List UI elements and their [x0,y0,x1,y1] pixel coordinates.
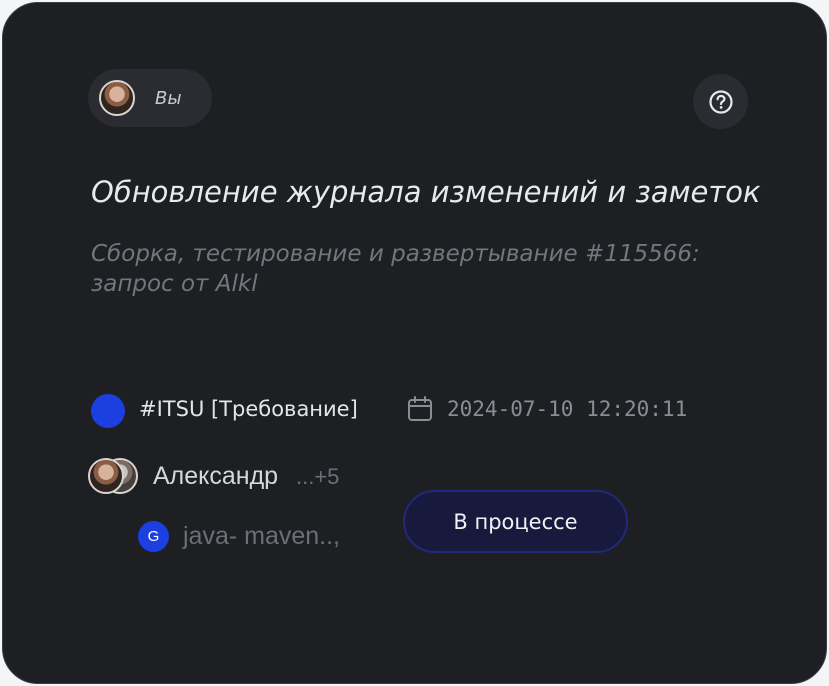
category-label[interactable]: #ITSU [Требование] [139,397,358,421]
status-button[interactable]: В процессе [403,490,628,553]
question-circle-icon [708,89,733,114]
task-date: 2024-07-10 12:20:11 [447,397,688,421]
user-chip[interactable]: Вы [88,69,212,127]
calendar-icon [408,396,432,421]
task-subtitle: Сборка, тестирование и развертывание #11… [91,241,700,297]
task-card[interactable]: Вы Обновление журнала изменений и замето… [2,2,827,684]
category-dot [91,394,125,428]
assignee-avatars[interactable] [88,458,142,498]
user-avatar [99,80,135,116]
help-button[interactable] [693,74,748,129]
assignee-name[interactable]: Александр [153,462,278,491]
repo-name[interactable]: java- maven.., [183,522,340,551]
repo-badge: G [138,521,169,552]
task-title: Обновление журнала изменений и заметок [91,175,761,209]
assignee-avatar [88,458,124,494]
assignee-more-count[interactable]: ...+5 [296,464,339,490]
user-label: Вы [155,87,182,109]
